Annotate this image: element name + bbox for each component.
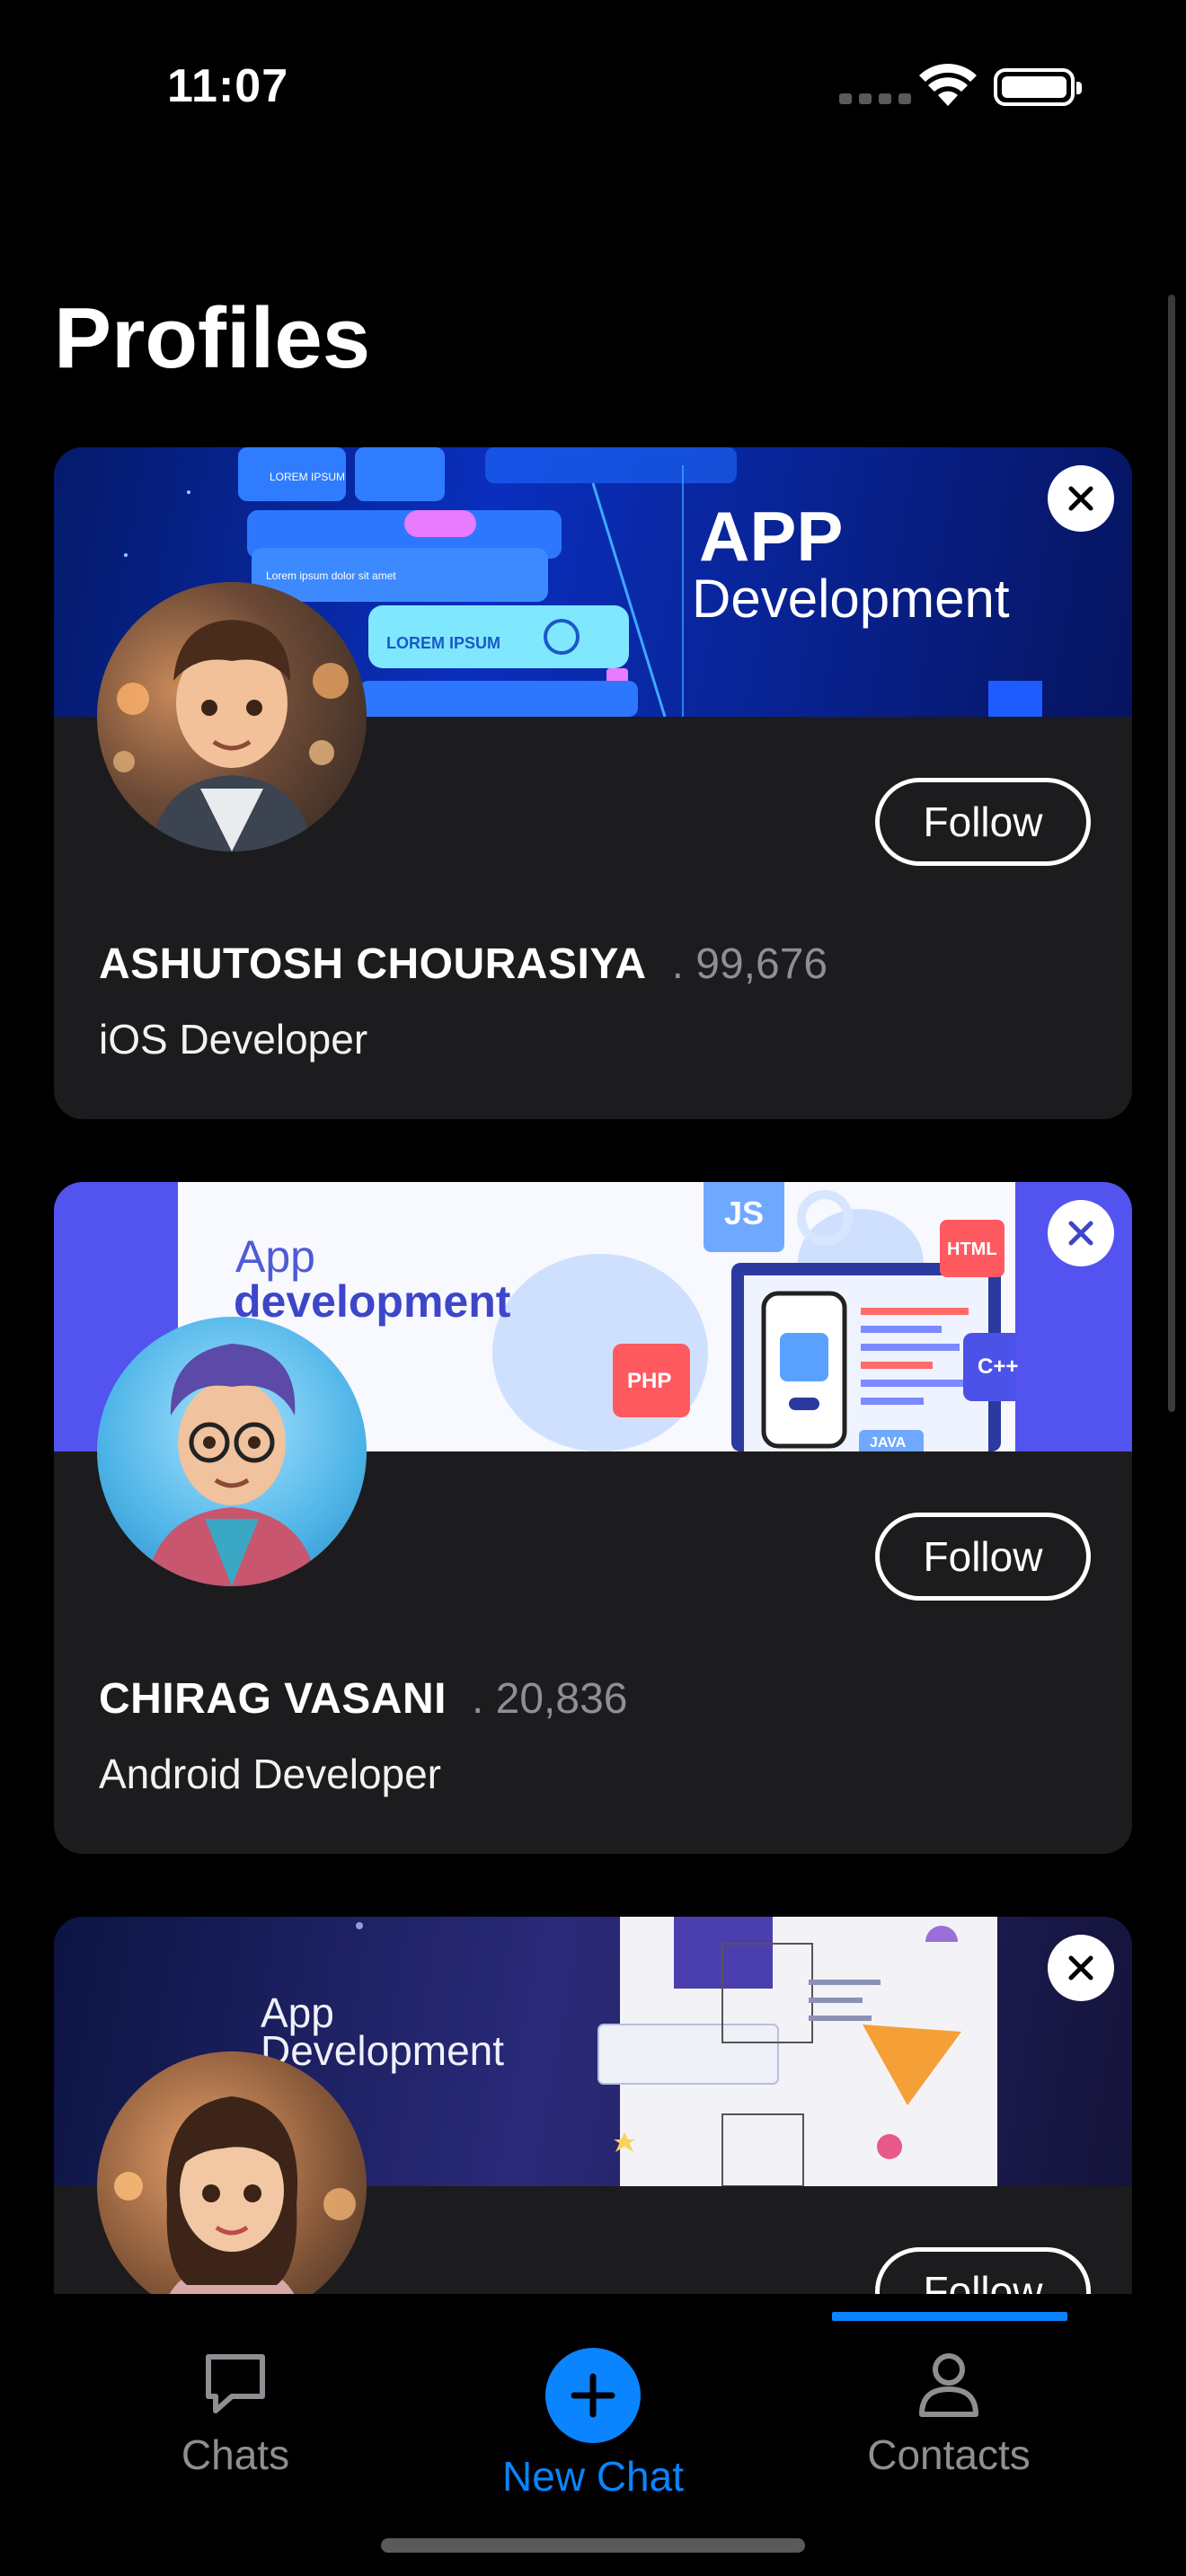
tab-new-chat[interactable]: New Chat xyxy=(458,2348,728,2501)
banner-subline: development xyxy=(234,1276,511,1327)
status-bar: 11:07 xyxy=(0,0,1186,171)
banner-chip: LOREM IPSUM xyxy=(386,634,501,652)
home-indicator[interactable] xyxy=(381,2538,805,2553)
tag-js: JS xyxy=(724,1195,765,1231)
profiles-list[interactable]: LOREM IPSUM Lorem ipsum dolor sit amet L… xyxy=(0,440,1186,2294)
status-time: 11:07 xyxy=(167,60,289,112)
tab-bar: Chats New Chat Contacts xyxy=(0,2294,1186,2576)
profile-card: JS HTML PHP C++ JAVA App development Fol… xyxy=(54,1182,1132,1854)
profile-role: Android Developer xyxy=(99,1751,442,1797)
profile-card: App Development Follow xyxy=(54,1917,1132,2294)
banner-chip: LOREM IPSUM xyxy=(270,471,346,483)
avatar-illustration xyxy=(113,620,349,851)
wifi-icon xyxy=(919,64,977,106)
close-icon xyxy=(1068,1955,1093,1981)
profile-role: iOS Developer xyxy=(99,1016,368,1063)
tag-php: PHP xyxy=(627,1369,672,1393)
cellular-signal-icon xyxy=(839,93,911,104)
profile-name: CHIRAG VASANI xyxy=(99,1675,447,1723)
plus-circle-icon xyxy=(545,2348,641,2443)
tag-html: HTML xyxy=(947,1239,997,1259)
tag-cpp: C++ xyxy=(978,1354,1019,1379)
name-row: ASHUTOSH CHOURASIYA . 99,676 xyxy=(99,940,828,989)
tag-java: JAVA xyxy=(870,1435,907,1451)
profile-card: LOREM IPSUM Lorem ipsum dolor sit amet L… xyxy=(54,447,1132,1119)
tab-label: Chats xyxy=(181,2431,290,2478)
avatar[interactable] xyxy=(97,582,367,851)
banner-note: Lorem ipsum dolor sit amet xyxy=(266,569,396,582)
follow-button[interactable]: Follow xyxy=(875,1513,1091,1601)
page-title: Profiles xyxy=(54,290,371,386)
dismiss-button[interactable] xyxy=(1048,465,1114,532)
avatar-illustration xyxy=(146,1344,317,1586)
close-icon xyxy=(1068,486,1093,511)
follower-count: . 20,836 xyxy=(471,1675,628,1723)
tab-label: New Chat xyxy=(502,2453,684,2500)
follow-button[interactable]: Follow xyxy=(875,778,1091,866)
dismiss-button[interactable] xyxy=(1048,1200,1114,1266)
avatar[interactable] xyxy=(97,1317,367,1586)
close-icon xyxy=(1068,1221,1093,1246)
banner-headline: APP xyxy=(699,497,844,576)
profile-name: ASHUTOSH CHOURASIYA xyxy=(99,940,647,988)
banner-subline: Development xyxy=(692,569,1010,629)
tab-label: Contacts xyxy=(867,2431,1031,2478)
follower-count: . 99,676 xyxy=(671,940,828,988)
tab-contacts[interactable]: Contacts xyxy=(814,2348,1084,2479)
battery-icon xyxy=(994,68,1082,106)
follow-button[interactable]: Follow xyxy=(875,2247,1091,2294)
selected-tab-indicator xyxy=(832,2312,1067,2321)
tab-chats[interactable]: Chats xyxy=(101,2348,370,2479)
chat-bubble-icon xyxy=(206,2354,265,2413)
dismiss-button[interactable] xyxy=(1048,1935,1114,2001)
person-icon xyxy=(919,2353,978,2417)
name-row: CHIRAG VASANI . 20,836 xyxy=(99,1674,627,1724)
